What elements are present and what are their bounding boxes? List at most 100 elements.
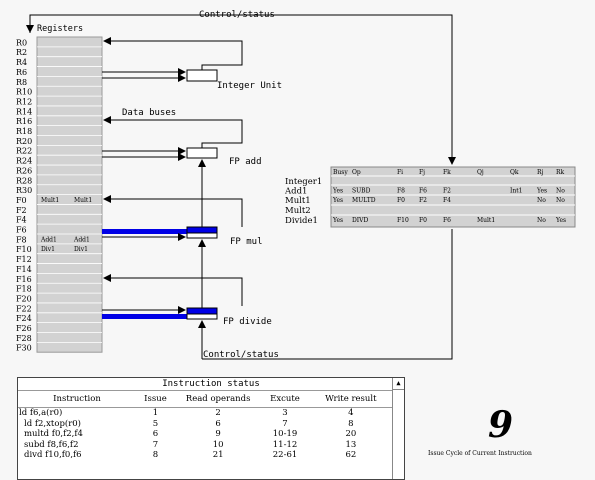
register-status-f10: Div1 (41, 246, 55, 253)
instruction-cell: 8 (348, 418, 354, 429)
register-label-f8: F8 (16, 235, 27, 244)
header-read-operands: Read operands (174, 391, 262, 408)
fu-cell-busy: Yes (332, 197, 343, 204)
fu-cell-rj: No (537, 197, 546, 204)
control-status-top-label: Control/status (199, 10, 275, 20)
register-label-r6: R6 (16, 68, 27, 77)
instruction-scrollbar[interactable]: ▲ (392, 378, 404, 479)
register-label-f28: F28 (16, 334, 32, 343)
register-label-f30: F30 (16, 344, 32, 353)
instruction-cell: 9 (215, 429, 221, 439)
scoreboard-diagram: Control/status R0R2R4R6R8R10R12R14R16R18… (16, 10, 576, 360)
fp-divide-bus-active (102, 314, 187, 319)
fu-header-op: Op (352, 169, 361, 176)
integer-unit (102, 37, 243, 82)
instruction-cell: ld f2,xtop(r0) (24, 418, 81, 429)
fu-unit-name: Divide1 (285, 216, 318, 226)
instruction-cell: 22-61 (272, 450, 298, 460)
instruction-row: ld f2,xtop(r0) 5 6 7 8 (18, 419, 393, 430)
fu-cell-fj: F0 (419, 217, 427, 224)
fu-header-rk: Rk (556, 169, 565, 176)
fu-cell-fi: F10 (397, 217, 409, 224)
register-status-f8: Add1 (73, 236, 90, 243)
register-label-r26: R26 (16, 166, 32, 175)
fu-unit-name: Add1 (284, 187, 307, 197)
instruction-cell: ld f6,a(r0) (19, 408, 63, 418)
register-label-r12: R12 (16, 97, 32, 106)
control-status-bottom-line (202, 229, 453, 360)
register-status-f10: Div1 (74, 246, 88, 253)
fu-cell-op: DIVD (352, 217, 369, 224)
integer-unit-label: Integer Unit (217, 81, 282, 91)
register-label-f22: F22 (16, 304, 32, 313)
fu-header-fi: Fi (397, 169, 403, 176)
fu-cell-fk: F2 (443, 188, 451, 195)
register-label-f24: F24 (16, 314, 32, 323)
register-label-r24: R24 (16, 157, 32, 166)
fu-header-qj: Qj (477, 169, 484, 176)
issue-cycle-number: 9 (488, 404, 514, 446)
register-label-r14: R14 (16, 107, 32, 116)
fu-cell-fk: F6 (443, 217, 451, 224)
header-execute: Excute (261, 391, 309, 408)
fu-cell-busy: Yes (332, 188, 343, 195)
header-instruction: Instruction (18, 391, 136, 408)
register-label-r4: R4 (16, 58, 27, 67)
instruction-header-row: Instruction Issue Read operands Excute W… (18, 391, 393, 408)
instruction-cell: 3 (282, 408, 288, 418)
register-label-r20: R20 (16, 137, 32, 146)
register-label-f26: F26 (16, 324, 32, 333)
register-label-f14: F14 (16, 265, 32, 274)
register-label-r10: R10 (16, 88, 32, 97)
instruction-cell: multd f0,f2,f4 (24, 429, 83, 439)
fu-cell-op: SUBD (352, 188, 371, 195)
instruction-cell: 20 (345, 429, 357, 439)
fu-unit-name: Integer1 (285, 177, 322, 187)
fp-divide-unit (102, 274, 243, 320)
instruction-cell: 5 (152, 418, 159, 429)
instruction-cell: 4 (348, 408, 354, 418)
register-label-f16: F16 (16, 275, 32, 284)
fu-cell-qj: Mult1 (477, 217, 495, 224)
instruction-cell: 6 (152, 429, 159, 439)
register-label-f18: F18 (16, 285, 32, 294)
fp-add-unit (102, 116, 243, 161)
instruction-status-title: Instruction status (18, 378, 404, 391)
fu-unit-name: Mult2 (285, 206, 311, 216)
register-label-r18: R18 (16, 127, 32, 136)
register-label-f6: F6 (16, 226, 27, 235)
register-label-r22: R22 (16, 147, 32, 156)
register-label-r30: R30 (16, 186, 32, 195)
register-label-r28: R28 (16, 176, 32, 185)
instruction-cell: 10 (212, 439, 224, 450)
fu-unit-name: Mult1 (285, 196, 311, 206)
fu-cell-rk: Yes (555, 217, 566, 224)
register-status-f0: Mult1 (74, 197, 92, 204)
fp-mul-unit (102, 195, 243, 241)
fu-header-qk: Qk (510, 169, 519, 176)
fu-header-fk: Fk (443, 169, 451, 176)
instruction-cell: divd f10,f0,f6 (24, 450, 82, 460)
instruction-row: subd f8,f6,f2 7 10 11-12 13 (18, 440, 393, 451)
issue-cycle-label: Issue Cycle of Current Instruction (428, 450, 532, 457)
fu-cell-op: MULTD (352, 197, 376, 204)
fu-header-busy: Busy (333, 169, 348, 176)
registers-title: Registers (37, 24, 83, 34)
register-file: R0R2R4R6R8R10R12R14R16R18R20R22R24R26R28… (16, 36, 103, 353)
register-label-r16: R16 (16, 117, 32, 126)
instruction-row: divd f10,f0,f6 8 21 22-61 62 (18, 450, 393, 461)
instruction-cell: 21 (212, 450, 224, 460)
instruction-cell: 2 (215, 408, 221, 418)
fp-mul-bus-active-1 (102, 229, 187, 234)
scroll-up-icon[interactable]: ▲ (393, 378, 404, 390)
fp-mul-label: FP mul (230, 237, 263, 247)
fu-cell-fi: F8 (397, 188, 405, 195)
register-status-f0: Mult1 (41, 197, 59, 204)
fu-cell-rj: No (537, 217, 546, 224)
instruction-row: multd f0,f2,f4 6 9 10-19 20 (18, 429, 393, 440)
instruction-cell: 7 (152, 439, 159, 450)
fu-cell-fk: F4 (443, 197, 451, 204)
fu-cell-rj: Yes (536, 188, 547, 195)
fu-cell-fj: F6 (419, 188, 427, 195)
header-write-result: Write result (308, 391, 393, 408)
